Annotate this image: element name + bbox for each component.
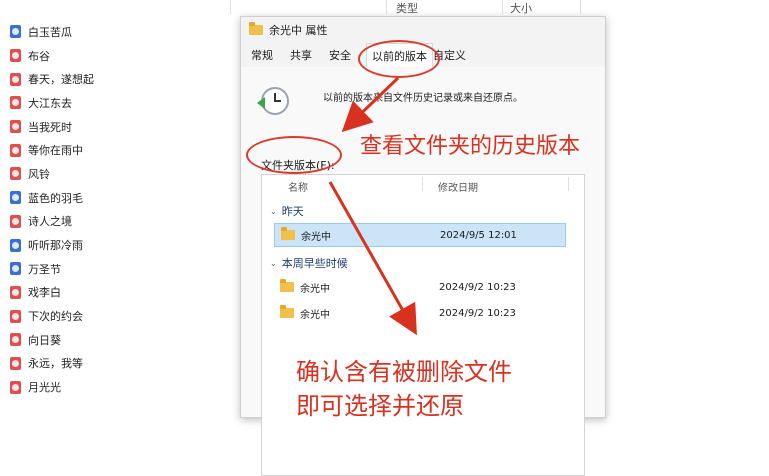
folder-icon bbox=[249, 22, 263, 35]
versions-list[interactable]: 名称 修改日期 ⌄ 昨天 余光中 2024/9/5 12:01 ⌄ 本周早些时候… bbox=[261, 174, 585, 476]
version-row[interactable]: 余光中 2024/9/5 12:01 bbox=[274, 223, 566, 247]
document-icon bbox=[10, 49, 21, 63]
file-item[interactable]: 月光光 bbox=[10, 375, 230, 399]
file-item[interactable]: 蓝色的羽毛 bbox=[10, 186, 230, 210]
file-item[interactable]: 万圣节 bbox=[10, 257, 230, 281]
file-item[interactable]: 等你在雨中 bbox=[10, 138, 230, 162]
column-separator[interactable] bbox=[580, 0, 581, 14]
file-name: 春天，遂想起 bbox=[28, 73, 94, 87]
file-item[interactable]: 下次的约会 bbox=[10, 304, 230, 328]
file-name: 向日葵 bbox=[28, 333, 61, 347]
restore-clock-icon bbox=[257, 87, 289, 115]
versions-description: 以前的版本来自文件历史记录或来自还原点。 bbox=[323, 93, 523, 104]
version-name: 余光中 bbox=[300, 309, 330, 321]
file-name: 蓝色的羽毛 bbox=[28, 191, 83, 205]
file-item[interactable]: 大江东去 bbox=[10, 91, 230, 115]
tab-security[interactable]: 安全 bbox=[327, 47, 353, 63]
document-icon bbox=[10, 143, 21, 157]
document-icon bbox=[10, 309, 21, 323]
version-row[interactable]: 余光中 2024/9/2 10:23 bbox=[274, 276, 564, 298]
document-icon bbox=[10, 380, 21, 394]
document-icon bbox=[10, 214, 21, 228]
version-row[interactable]: 余光中 2024/9/2 10:23 bbox=[274, 302, 564, 324]
file-name: 戏李白 bbox=[28, 286, 61, 300]
dialog-title: 余光中 属性 bbox=[269, 24, 328, 37]
column-header-size[interactable]: 大小 bbox=[510, 0, 532, 16]
highlight-ring-folder-versions bbox=[246, 136, 342, 174]
file-name: 当我死时 bbox=[28, 120, 72, 134]
document-icon bbox=[10, 191, 21, 205]
file-name: 月光光 bbox=[28, 381, 61, 395]
chevron-down-icon: ⌄ bbox=[270, 258, 277, 268]
document-icon bbox=[10, 167, 21, 181]
annotation-confirm-line1: 确认含有被删除文件 bbox=[296, 358, 512, 386]
file-item[interactable]: 永远，我等 bbox=[10, 352, 230, 376]
version-date: 2024/9/5 12:01 bbox=[440, 229, 517, 241]
group-header-yesterday[interactable]: ⌄ 昨天 bbox=[270, 203, 304, 219]
restore-arrow-icon bbox=[257, 97, 265, 109]
column-header-modified[interactable]: 修改日期 bbox=[438, 179, 478, 194]
explorer-column-header: 类型 大小 bbox=[0, 0, 769, 16]
file-item[interactable]: 布谷 bbox=[10, 44, 230, 68]
file-item[interactable]: 听听那冷雨 bbox=[10, 233, 230, 257]
version-name: 余光中 bbox=[300, 283, 330, 295]
annotation-view-history: 查看文件夹的历史版本 bbox=[360, 134, 581, 159]
group-label: 昨天 bbox=[281, 205, 304, 218]
document-icon bbox=[10, 72, 21, 86]
document-icon bbox=[10, 285, 21, 299]
file-name: 等你在雨中 bbox=[28, 144, 83, 158]
version-name: 余光中 bbox=[301, 231, 331, 243]
column-separator[interactable] bbox=[230, 0, 231, 14]
file-name: 风铃 bbox=[28, 167, 50, 181]
file-item[interactable]: 戏李白 bbox=[10, 281, 230, 305]
version-date: 2024/9/2 10:23 bbox=[439, 307, 516, 319]
folder-icon bbox=[280, 305, 294, 318]
column-header-name[interactable]: 名称 bbox=[288, 179, 308, 194]
version-date: 2024/9/2 10:23 bbox=[439, 281, 516, 293]
file-item[interactable]: 诗人之境 bbox=[10, 210, 230, 234]
file-item[interactable]: 当我死时 bbox=[10, 115, 230, 139]
file-item[interactable]: 春天，遂想起 bbox=[10, 67, 230, 91]
file-name: 下次的约会 bbox=[28, 310, 83, 324]
file-name: 大江东去 bbox=[28, 96, 72, 110]
group-header-earlier-this-week[interactable]: ⌄ 本周早些时候 bbox=[270, 255, 348, 271]
file-name: 布谷 bbox=[28, 49, 50, 63]
document-icon bbox=[10, 238, 21, 252]
document-icon bbox=[10, 96, 21, 110]
annotation-confirm-line2: 即可选择并还原 bbox=[296, 392, 464, 420]
chevron-down-icon: ⌄ bbox=[270, 206, 277, 216]
column-separator[interactable] bbox=[386, 0, 387, 14]
column-separator[interactable] bbox=[502, 0, 503, 14]
dialog-title-bar[interactable]: 余光中 属性 bbox=[241, 17, 605, 43]
file-item[interactable]: 向日葵 bbox=[10, 328, 230, 352]
document-icon bbox=[10, 25, 21, 39]
folder-icon bbox=[280, 279, 294, 292]
file-name: 听听那冷雨 bbox=[28, 239, 83, 253]
file-name: 永远，我等 bbox=[28, 357, 83, 371]
tab-general[interactable]: 常规 bbox=[249, 47, 275, 63]
folder-icon bbox=[281, 227, 295, 240]
file-name: 诗人之境 bbox=[28, 215, 72, 229]
file-name: 白玉苦瓜 bbox=[28, 25, 72, 39]
column-header-type[interactable]: 类型 bbox=[396, 0, 418, 16]
file-list: 白玉苦瓜 布谷 春天，遂想起 大江东去 当我死时 等你在雨中 风铃 蓝色的羽毛 … bbox=[10, 20, 230, 399]
file-item[interactable]: 白玉苦瓜 bbox=[10, 20, 230, 44]
document-icon bbox=[10, 120, 21, 134]
column-separator[interactable] bbox=[422, 177, 423, 191]
highlight-ring-previous-versions bbox=[358, 40, 440, 78]
column-separator[interactable] bbox=[568, 177, 569, 191]
file-name: 万圣节 bbox=[28, 262, 61, 276]
tab-sharing[interactable]: 共享 bbox=[288, 47, 314, 63]
document-icon bbox=[10, 262, 21, 276]
document-icon bbox=[10, 356, 21, 370]
document-icon bbox=[10, 333, 21, 347]
group-label: 本周早些时候 bbox=[281, 257, 348, 270]
file-item[interactable]: 风铃 bbox=[10, 162, 230, 186]
